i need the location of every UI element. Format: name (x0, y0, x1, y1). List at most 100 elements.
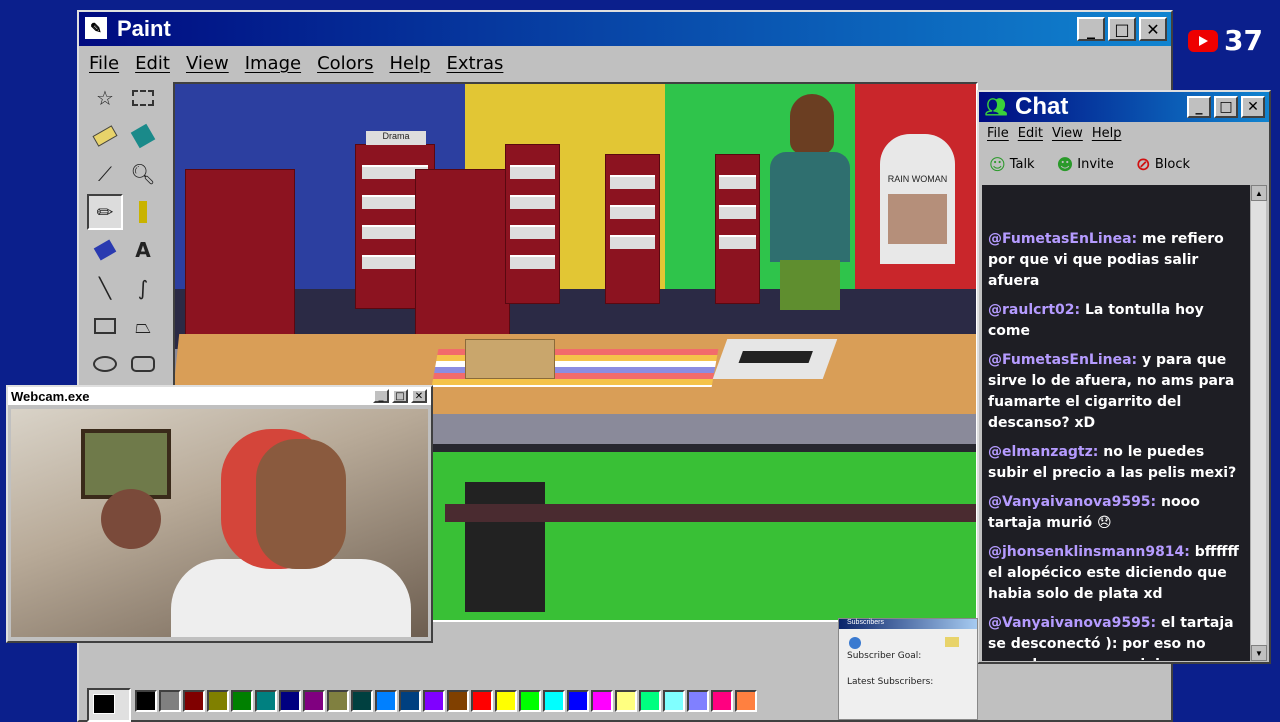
close-button[interactable]: ✕ (411, 389, 427, 403)
menu-edit[interactable]: Edit (135, 53, 170, 74)
color-picker-icon[interactable]: ⟋ (87, 156, 123, 192)
fill-icon[interactable] (125, 118, 161, 154)
palette-swatch[interactable] (687, 690, 709, 712)
palette-swatch[interactable] (711, 690, 733, 712)
palette-swatch[interactable] (543, 690, 565, 712)
menu-view[interactable]: View (1052, 126, 1083, 141)
current-colors[interactable] (87, 688, 131, 722)
cabinet-stripe (445, 504, 976, 522)
palette-swatch[interactable] (735, 690, 757, 712)
dvd-shelf (605, 154, 660, 304)
rounded-rect-icon[interactable] (125, 346, 161, 382)
free-select-icon[interactable]: ☆ (87, 80, 123, 116)
palette-swatch[interactable] (255, 690, 277, 712)
globe-icon (849, 637, 861, 649)
chat-username[interactable]: @Vanyaivanova9595: (988, 615, 1156, 631)
chat-username[interactable]: @FumetasEnLinea: (988, 352, 1137, 368)
close-button[interactable]: ✕ (1139, 17, 1167, 41)
minimize-button[interactable]: _ (373, 389, 389, 403)
pencil-icon[interactable]: ✏ (87, 194, 123, 230)
palette-swatch[interactable] (351, 690, 373, 712)
palette-swatch[interactable] (591, 690, 613, 712)
chat-window: 👥︎ Chat _ □ ✕ File Edit View Help ☺ Talk … (977, 90, 1271, 664)
rect-select-icon[interactable] (125, 80, 161, 116)
palette-swatch[interactable] (135, 690, 157, 712)
block-icon: ⊘ (1135, 153, 1151, 175)
menu-extras[interactable]: Extras (447, 53, 504, 74)
menu-edit[interactable]: Edit (1018, 126, 1043, 141)
palette-swatch[interactable] (615, 690, 637, 712)
chat-toolbar: ☺ Talk ☻ Invite ⊘ Block (979, 146, 1269, 182)
chat-title: Chat (1015, 93, 1069, 120)
minimize-button[interactable]: _ (1077, 17, 1105, 41)
palette-swatch[interactable] (303, 690, 325, 712)
palette-swatch[interactable] (423, 690, 445, 712)
chat-users-icon: 👥︎ (984, 96, 1008, 117)
palette-swatch[interactable] (279, 690, 301, 712)
palette-swatch[interactable] (207, 690, 229, 712)
minimize-button[interactable]: _ (1187, 96, 1211, 118)
text-icon[interactable]: A (125, 232, 161, 268)
invite-icon: ☻ (1056, 154, 1074, 174)
palette-swatch[interactable] (447, 690, 469, 712)
maximize-button[interactable]: □ (392, 389, 408, 403)
chat-message: @Vanyaivanova9595: nooo tartaja murió 😞 (988, 492, 1246, 534)
palette-swatch[interactable] (495, 690, 517, 712)
palette-swatch[interactable] (183, 690, 205, 712)
curve-icon[interactable]: ∫ (125, 270, 161, 306)
block-button[interactable]: ⊘ Block (1136, 154, 1190, 175)
latest-subscribers-label: Latest Subscribers: (847, 677, 934, 687)
invite-button[interactable]: ☻ Invite (1057, 155, 1114, 174)
brush-icon[interactable] (125, 194, 161, 230)
chat-username[interactable]: @Vanyaivanova9595: (988, 494, 1156, 510)
chat-titlebar[interactable]: 👥︎ Chat _ □ ✕ (979, 92, 1269, 122)
chat-log[interactable]: @FumetasEnLinea: me refiero por que vi q… (982, 185, 1252, 661)
rectangle-icon[interactable] (87, 308, 123, 344)
close-button[interactable]: ✕ (1241, 96, 1265, 118)
menu-help[interactable]: Help (1092, 126, 1122, 141)
polygon-icon[interactable]: ⏢ (125, 308, 161, 344)
palette-swatch[interactable] (567, 690, 589, 712)
chat-message: @raulcrt02: La tontulla hoy come (988, 300, 1246, 342)
palette-swatch[interactable] (471, 690, 493, 712)
eraser-icon[interactable] (87, 118, 123, 154)
chat-username[interactable]: @raulcrt02: (988, 302, 1080, 318)
chat-username[interactable]: @jhonsenklinsmann9814: (988, 544, 1190, 560)
subscribers-titlebar: Subscribers (839, 619, 977, 629)
palette-swatch[interactable] (327, 690, 349, 712)
dvd-shelf (185, 169, 295, 349)
chat-scrollbar[interactable]: ▲ ▼ (1250, 185, 1267, 661)
palette-swatch[interactable] (159, 690, 181, 712)
maximize-button[interactable]: □ (1214, 96, 1238, 118)
paint-titlebar[interactable]: ✎ Paint _ □ ✕ (79, 12, 1171, 46)
palette-swatch[interactable] (231, 690, 253, 712)
palette-swatch[interactable] (375, 690, 397, 712)
shelf-sign: Drama (366, 131, 426, 145)
scroll-down-icon[interactable]: ▼ (1251, 645, 1267, 661)
airbrush-icon[interactable] (87, 232, 123, 268)
ellipse-icon[interactable] (87, 346, 123, 382)
palette-swatch[interactable] (663, 690, 685, 712)
menu-help[interactable]: Help (389, 53, 430, 74)
chat-username[interactable]: @FumetasEnLinea: (988, 231, 1137, 247)
menu-colors[interactable]: Colors (317, 53, 373, 74)
webcam-titlebar[interactable]: Webcam.exe _ □ ✕ (8, 387, 431, 405)
scroll-up-icon[interactable]: ▲ (1251, 185, 1267, 201)
movie-poster: RAIN WOMAN (880, 134, 955, 264)
line-icon[interactable]: ╲ (87, 270, 123, 306)
talk-button[interactable]: ☺ Talk (989, 155, 1035, 174)
menu-file[interactable]: File (89, 53, 119, 74)
talk-icon: ☺ (989, 154, 1006, 174)
palette-swatch[interactable] (639, 690, 661, 712)
maximize-button[interactable]: □ (1108, 17, 1136, 41)
palette-swatch[interactable] (399, 690, 421, 712)
palette-swatch[interactable] (519, 690, 541, 712)
chat-message: @jhonsenklinsmann9814: bffffff el alopéc… (988, 542, 1246, 605)
chat-username[interactable]: @elmanzagtz: (988, 444, 1098, 460)
dvd-shelf (715, 154, 760, 304)
menu-image[interactable]: Image (245, 53, 301, 74)
menu-file[interactable]: File (987, 126, 1009, 141)
toolbox: ☆ ⟋ 🔍︎ ✏ A ╲ ∫ ⏢ (87, 80, 163, 388)
magnifier-icon[interactable]: 🔍︎ (125, 156, 161, 192)
menu-view[interactable]: View (186, 53, 229, 74)
